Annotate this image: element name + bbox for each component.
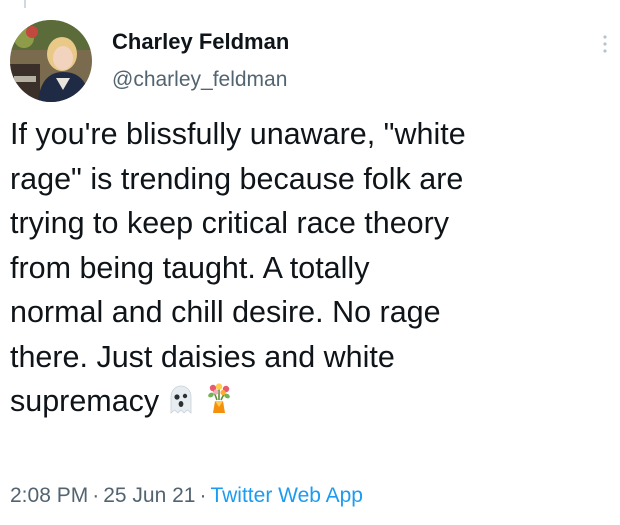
tweet-text-line: rage" is trending because folk are: [10, 161, 464, 196]
author-handle[interactable]: @charley_feldman: [112, 68, 287, 92]
tweet-text-line-last: supremacy: [10, 379, 610, 424]
tweet-text-line: there. Just daisies and white: [10, 339, 395, 374]
tweet-text-line: trying to keep critical race theory: [10, 206, 450, 240]
tweet-card: Charley Feldman @charley_feldman If you'…: [0, 0, 620, 525]
tweet-text: If you're blissfully unaware, "white rag…: [10, 112, 610, 424]
avatar[interactable]: [10, 20, 92, 102]
tweet-text-final-word: supremacy: [10, 384, 160, 418]
tweet-text-line: from being taught. A totally: [10, 250, 370, 285]
tweet-text-line: If you're blissfully unaware, "white: [10, 117, 466, 151]
meta-separator: ·: [92, 484, 100, 507]
avatar-photo: [10, 20, 92, 102]
tweet-text-line: normal and chill desire. No rage: [10, 295, 441, 329]
ghost-icon: [165, 383, 197, 415]
more-options-icon[interactable]: [602, 34, 608, 54]
thread-connector-line: [24, 0, 26, 8]
meta-separator: ·: [199, 484, 207, 507]
tweet-date[interactable]: 25 Jun 21: [103, 484, 195, 507]
tweet-meta: 2:08 PM · 25 Jun 21 · Twitter Web App: [10, 483, 363, 509]
bouquet-icon: [203, 383, 235, 415]
author-name[interactable]: Charley Feldman: [112, 29, 289, 55]
tweet-source-link[interactable]: Twitter Web App: [210, 484, 363, 507]
tweet-time[interactable]: 2:08 PM: [10, 484, 88, 507]
